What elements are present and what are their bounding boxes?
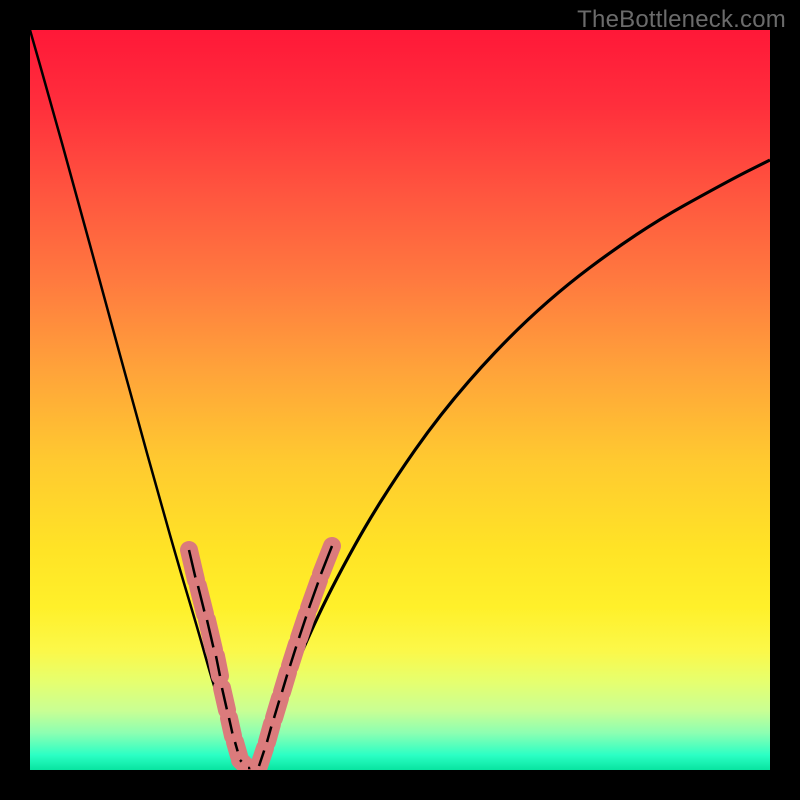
beads-left [189, 550, 248, 768]
plot-area [30, 30, 770, 770]
chart-frame: TheBottleneck.com [0, 0, 800, 800]
curve-layer [30, 30, 770, 770]
beads-right [259, 546, 332, 766]
curve-right-arm [255, 160, 770, 770]
watermark-text: TheBottleneck.com [577, 6, 786, 34]
